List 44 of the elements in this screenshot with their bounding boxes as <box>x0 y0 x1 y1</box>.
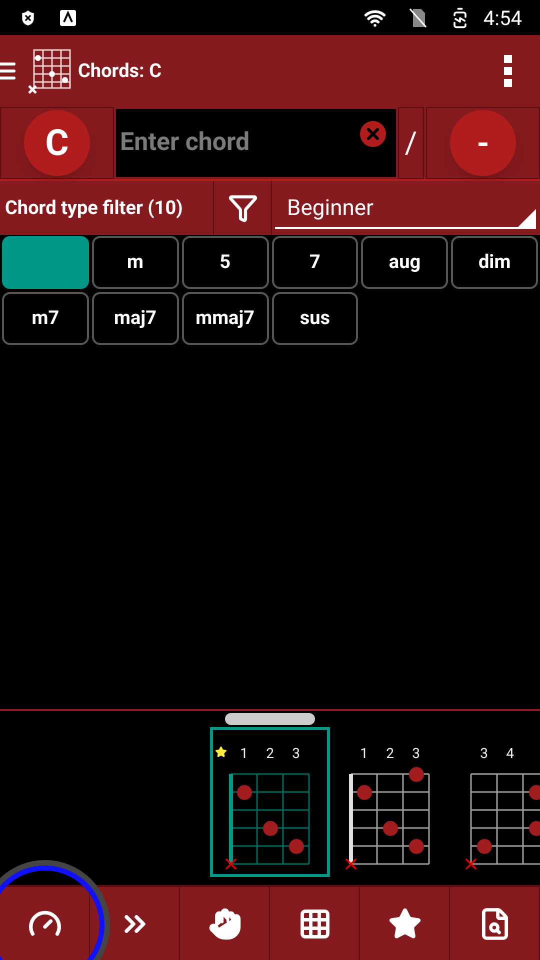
notification-icon <box>60 10 76 26</box>
muted-string-icon <box>465 858 477 870</box>
grid-icon <box>298 906 332 940</box>
chord-grid-icon <box>28 48 72 94</box>
chord-type-chip[interactable]: aug <box>361 236 448 289</box>
clock: 4:54 <box>483 4 522 32</box>
chord-input-field[interactable]: Enter chord <box>116 109 396 177</box>
chord-diagram[interactable]: 1 2 3 <box>210 727 330 877</box>
chord-type-chip[interactable]: mmaj7 <box>182 292 268 345</box>
close-icon <box>364 125 382 143</box>
muted-string-icon <box>225 858 237 870</box>
root-note-button[interactable]: C <box>24 110 90 176</box>
chord-diagram[interactable]: 1 2 3 <box>330 727 450 877</box>
slash-separator: / <box>398 107 424 179</box>
filter-label: Chord type filter (10) <box>0 181 214 235</box>
level-dropdown[interactable]: Beginner <box>275 189 536 229</box>
dropdown-corner-icon <box>518 209 536 227</box>
more-options-button[interactable] <box>504 55 512 87</box>
funnel-icon <box>228 192 258 224</box>
star-icon <box>388 906 422 940</box>
drag-handle[interactable] <box>225 713 315 725</box>
fret-number: 1 <box>239 745 249 764</box>
chord-type-chip[interactable]: 7 <box>272 236 358 289</box>
chord-type-chip[interactable]: 5 <box>182 236 268 289</box>
toolbar-title: Chords: C <box>78 58 162 84</box>
no-sim-icon <box>409 8 428 28</box>
fret-number: 3 <box>479 745 489 764</box>
muted-string-icon <box>345 858 357 870</box>
chord-diagram[interactable]: 3 4 <box>450 727 540 877</box>
chord-type-chip[interactable]: sus <box>272 292 358 345</box>
chord-type-chip[interactable]: maj7 <box>92 292 179 345</box>
hand-icon <box>208 906 242 940</box>
fret-number: 4 <box>505 745 515 764</box>
favorite-star-icon <box>215 746 227 758</box>
chord-type-chip[interactable]: dim <box>451 236 538 289</box>
fret-number: 3 <box>291 745 301 764</box>
fret-number: 2 <box>265 745 275 764</box>
fret-number: 3 <box>411 745 421 764</box>
chord-type-chip[interactable]: m7 <box>2 292 89 345</box>
fret-number: 1 <box>359 745 369 764</box>
more-icon <box>504 55 512 87</box>
bass-note-button[interactable]: - <box>450 110 516 176</box>
chord-type-chip[interactable]: m <box>92 236 179 289</box>
fret-number: 2 <box>385 745 395 764</box>
